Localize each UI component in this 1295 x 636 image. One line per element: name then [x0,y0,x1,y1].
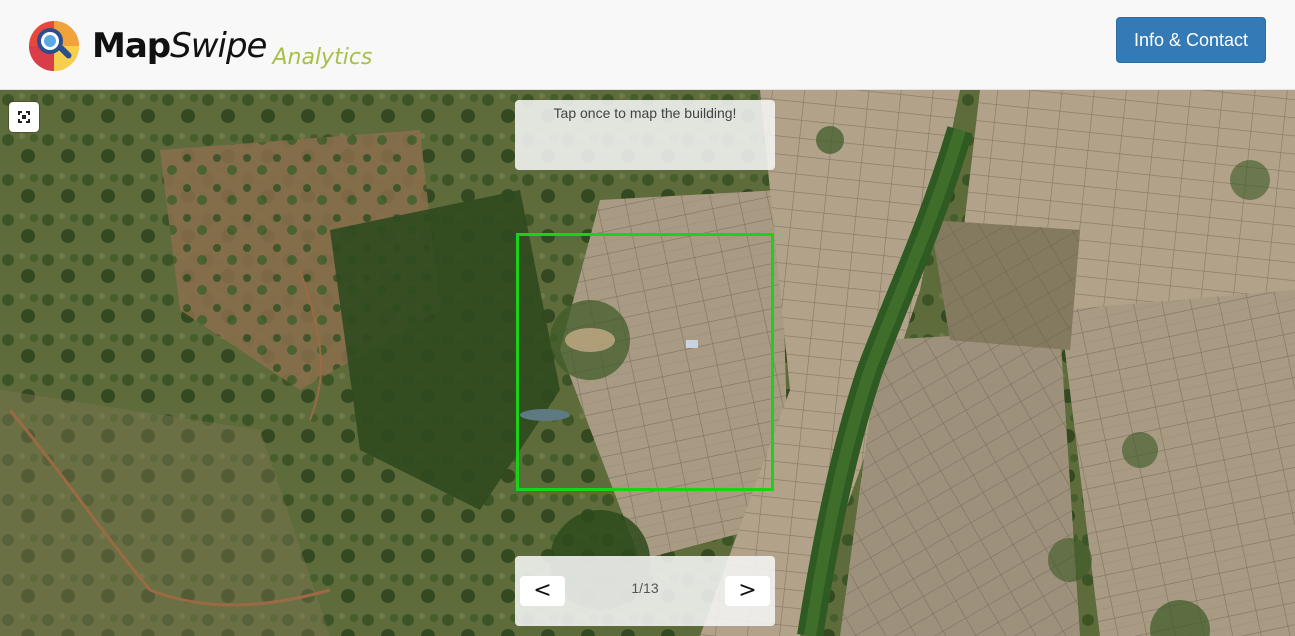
page-counter: 1/13 [631,580,659,596]
previous-button[interactable]: < [520,576,565,606]
fullscreen-icon [18,111,30,123]
logo[interactable]: Map Swipe Analytics [28,18,372,74]
instruction-text: Tap once to map the building! [553,105,737,121]
next-button[interactable]: > [725,576,770,606]
app-header: Map Swipe Analytics Info & Contact [0,0,1295,90]
brand-analytics-text: Analytics [272,44,373,70]
brand-swipe-text: Swipe [170,26,267,66]
tile-pager: < 1/13 > [515,556,775,626]
fullscreen-button[interactable] [9,102,39,132]
mapswipe-logo-icon [29,21,79,71]
target-tile-outline[interactable] [516,233,774,491]
instruction-panel: Tap once to map the building! [515,100,775,170]
brand-map-text: Map [92,26,171,66]
info-contact-button[interactable]: Info & Contact [1116,17,1266,63]
